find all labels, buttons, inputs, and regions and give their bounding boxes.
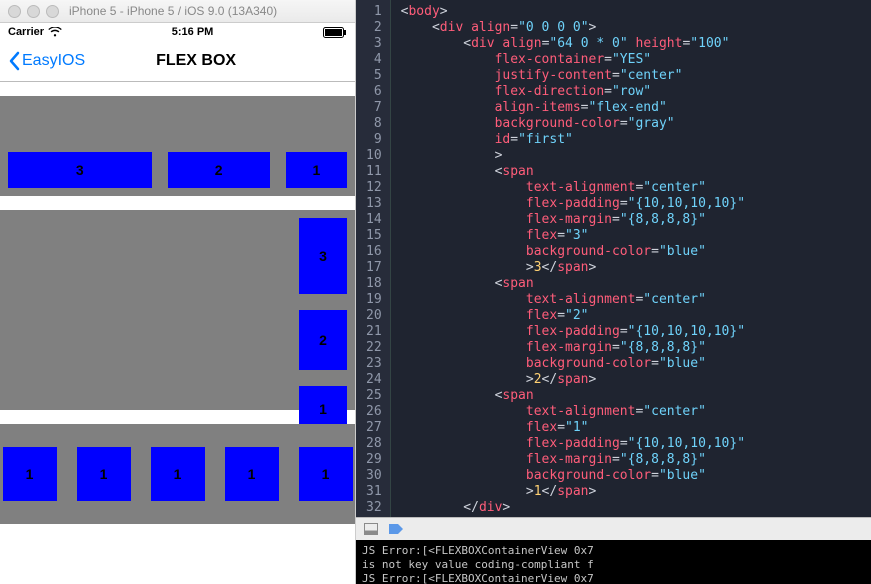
code-area[interactable]: <body> <div align="0 0 0 0"> <div align=… — [391, 0, 857, 517]
clock-label: 5:16 PM — [62, 26, 323, 38]
close-icon[interactable] — [8, 5, 21, 18]
line-gutter: 1234567891011121314151617181920212223242… — [356, 0, 391, 517]
debug-console[interactable]: JS Error:[<FLEXBOXContainerView 0x7 is n… — [356, 540, 871, 584]
flex-box: 1 — [3, 447, 57, 501]
nav-title: FLEX BOX — [45, 52, 347, 70]
flex-row-1: 3 2 1 — [0, 96, 355, 196]
code-editor[interactable]: 1234567891011121314151617181920212223242… — [356, 0, 871, 517]
console-line: JS Error:[<FLEXBOXContainerView 0x7 — [362, 544, 594, 557]
minimize-icon[interactable] — [27, 5, 40, 18]
flex-row-2: 3 2 1 — [0, 210, 355, 410]
content-area: 3 2 1 3 2 1 1 1 1 1 1 — [0, 82, 355, 584]
zoom-icon[interactable] — [46, 5, 59, 18]
flex-box: 3 — [299, 218, 347, 294]
status-bar: Carrier 5:16 PM — [0, 23, 355, 41]
flex-box: 2 — [299, 310, 347, 370]
flex-box: 1 — [151, 447, 205, 501]
simulator-window: iPhone 5 - iPhone 5 / iOS 9.0 (13A340) C… — [0, 0, 356, 584]
tag-icon[interactable] — [388, 523, 404, 535]
wifi-icon — [48, 27, 62, 37]
battery-icon — [323, 27, 347, 38]
window-titlebar[interactable]: iPhone 5 - iPhone 5 / iOS 9.0 (13A340) — [0, 0, 355, 23]
flex-box: 3 — [8, 152, 152, 188]
console-line: JS Error:[<FLEXBOXContainerView 0x7 — [362, 572, 594, 584]
chevron-left-icon — [8, 51, 20, 71]
flex-box: 2 — [168, 152, 270, 188]
panel-toggle-icon[interactable] — [364, 523, 378, 535]
traffic-lights[interactable] — [8, 5, 59, 18]
nav-bar: EasyIOS FLEX BOX — [0, 41, 355, 82]
carrier-label: Carrier — [8, 26, 44, 38]
simulator-screen: Carrier 5:16 PM EasyIOS FLEX BOX — [0, 23, 355, 584]
breadcrumb-bar[interactable] — [356, 517, 871, 540]
window-title: iPhone 5 - iPhone 5 / iOS 9.0 (13A340) — [69, 4, 347, 18]
flex-box: 1 — [299, 447, 353, 501]
console-line: is not key value coding-compliant f — [362, 558, 594, 571]
flex-row-3: 1 1 1 1 1 — [0, 424, 355, 524]
flex-box: 1 — [77, 447, 131, 501]
editor-pane: 1234567891011121314151617181920212223242… — [356, 0, 871, 584]
flex-box: 1 — [286, 152, 347, 188]
flex-box: 1 — [225, 447, 279, 501]
